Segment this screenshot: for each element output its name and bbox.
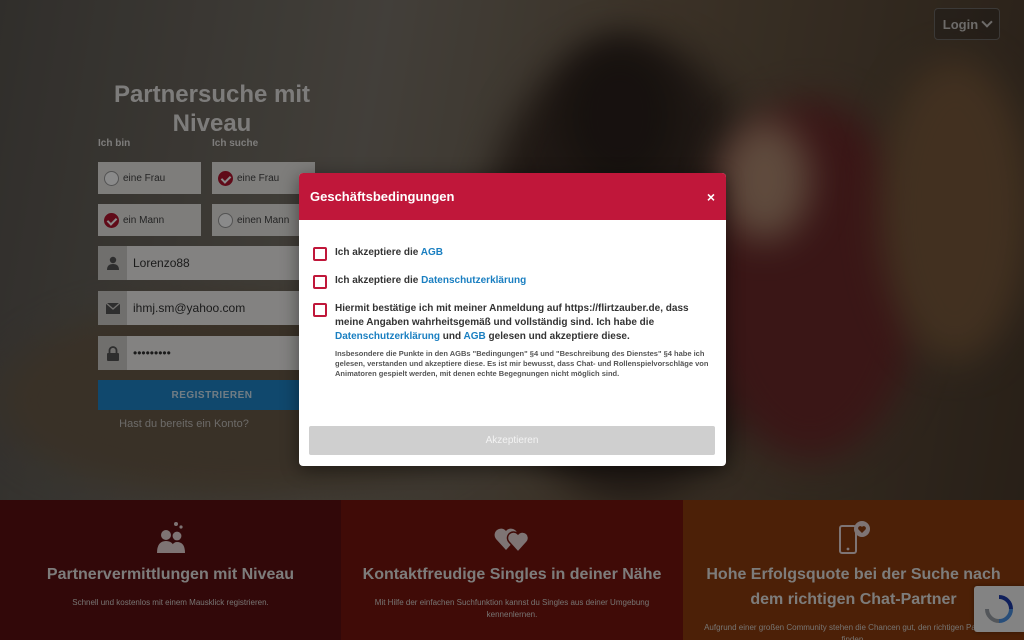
accept-agb-label: Ich akzeptiere die AGB [335,246,443,260]
accept-privacy-row[interactable]: Ich akzeptiere die Datenschutzerklärung [313,274,714,289]
agb-link[interactable]: AGB [421,247,443,258]
label-text: gelesen und akzeptiere diese. [485,331,630,342]
accept-agb-row[interactable]: Ich akzeptiere die AGB [313,246,714,261]
accept-agb-checkbox[interactable] [313,247,327,261]
confirm-data-checkbox[interactable] [313,303,327,317]
confirm-data-label: Hiermit bestätige ich mit meiner Anmeldu… [335,302,714,379]
terms-modal: Geschäftsbedingungen × Ich akzeptiere di… [299,173,726,466]
label-text: Ich akzeptiere die [335,247,421,258]
accept-privacy-label: Ich akzeptiere die Datenschutzerklärung [335,274,526,288]
accept-privacy-checkbox[interactable] [313,275,327,289]
accept-button[interactable]: Akzeptieren [309,426,715,455]
confirm-data-row[interactable]: Hiermit bestätige ich mit meiner Anmeldu… [313,302,714,379]
privacy-link[interactable]: Datenschutzerklärung [421,275,526,286]
privacy-link[interactable]: Datenschutzerklärung [335,331,440,342]
animator-disclaimer: Insbesondere die Punkte in den AGBs "Bed… [335,349,709,378]
label-text: Ich akzeptiere die [335,275,422,286]
modal-title: Geschäftsbedingungen [310,189,455,204]
agb-link[interactable]: AGB [464,331,486,342]
label-text: und [440,331,464,342]
label-text: Hiermit bestätige ich mit meiner Anmeldu… [335,303,689,328]
close-icon[interactable]: × [707,189,715,205]
modal-header: Geschäftsbedingungen × [299,173,726,220]
